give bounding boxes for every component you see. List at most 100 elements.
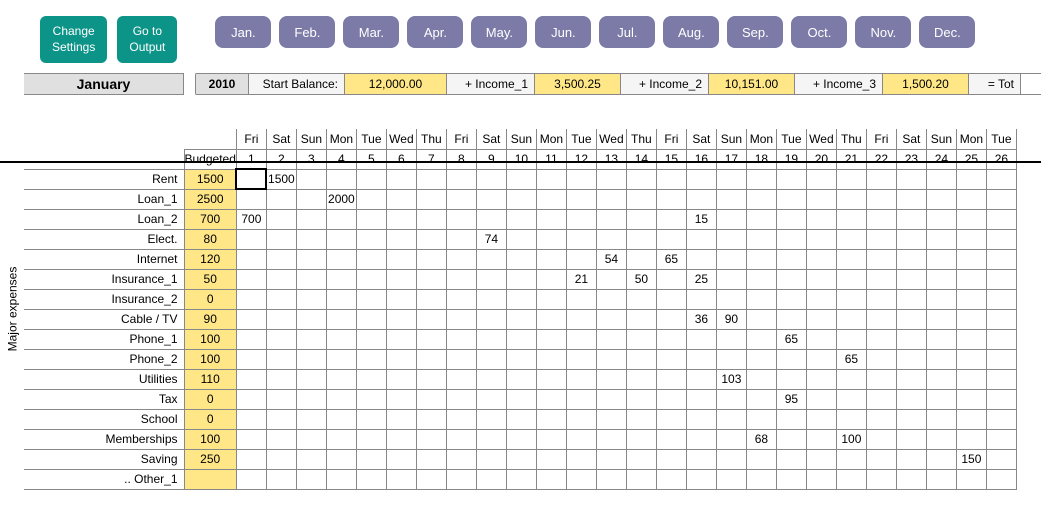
expense-cell[interactable] (926, 209, 956, 229)
month-button-feb[interactable]: Feb. (279, 16, 335, 48)
income3-value[interactable]: 1,500.20 (883, 74, 969, 94)
expense-cell[interactable] (716, 209, 746, 229)
expense-cell[interactable] (296, 409, 326, 429)
expense-cell[interactable] (326, 229, 356, 249)
expense-cell[interactable] (236, 309, 266, 329)
expense-cell[interactable] (836, 469, 866, 489)
expense-cell[interactable] (686, 369, 716, 389)
expense-cell[interactable] (446, 309, 476, 329)
expense-cell[interactable] (266, 369, 296, 389)
expense-cell[interactable] (446, 209, 476, 229)
expense-cell[interactable] (506, 469, 536, 489)
expense-cell[interactable] (986, 329, 1016, 349)
expense-cell[interactable] (296, 209, 326, 229)
expense-cell[interactable] (236, 409, 266, 429)
expense-cell[interactable] (806, 229, 836, 249)
expense-cell[interactable] (446, 469, 476, 489)
budget-cell[interactable] (184, 469, 236, 489)
expense-cell[interactable] (656, 409, 686, 429)
expense-cell[interactable] (746, 369, 776, 389)
budget-cell[interactable]: 0 (184, 409, 236, 429)
expense-cell[interactable] (506, 209, 536, 229)
expense-cell[interactable] (416, 269, 446, 289)
expense-cell[interactable] (506, 269, 536, 289)
expense-cell[interactable] (836, 309, 866, 329)
expense-cell[interactable] (896, 209, 926, 229)
expense-cell[interactable] (566, 349, 596, 369)
expense-cell[interactable] (566, 369, 596, 389)
budget-cell[interactable]: 0 (184, 389, 236, 409)
expense-cell[interactable]: 54 (596, 249, 626, 269)
expense-cell[interactable] (746, 389, 776, 409)
expense-cell[interactable] (866, 329, 896, 349)
expense-cell[interactable] (356, 249, 386, 269)
expense-cell[interactable] (356, 349, 386, 369)
expense-cell[interactable] (536, 269, 566, 289)
expense-cell[interactable] (866, 309, 896, 329)
expense-cell[interactable] (626, 209, 656, 229)
expense-cell[interactable]: 1500 (266, 169, 296, 189)
expense-cell[interactable] (506, 189, 536, 209)
expense-cell[interactable] (416, 249, 446, 269)
expense-cell[interactable]: 68 (746, 429, 776, 449)
expense-cell[interactable] (926, 389, 956, 409)
expense-cell[interactable] (866, 249, 896, 269)
expense-cell[interactable] (326, 349, 356, 369)
expense-cell[interactable] (986, 209, 1016, 229)
expense-cell[interactable] (446, 169, 476, 189)
expense-cell[interactable] (746, 249, 776, 269)
expense-cell[interactable] (236, 189, 266, 209)
expense-cell[interactable] (836, 269, 866, 289)
expense-cell[interactable] (446, 429, 476, 449)
expense-cell[interactable] (416, 369, 446, 389)
budget-cell[interactable]: 2500 (184, 189, 236, 209)
expense-cell[interactable] (746, 449, 776, 469)
expense-cell[interactable] (626, 329, 656, 349)
expense-cell[interactable] (866, 469, 896, 489)
expense-cell[interactable] (356, 429, 386, 449)
expense-cell[interactable] (746, 229, 776, 249)
expense-cell[interactable] (866, 449, 896, 469)
expense-cell[interactable] (416, 309, 446, 329)
expense-cell[interactable] (776, 309, 806, 329)
budget-cell[interactable]: 100 (184, 329, 236, 349)
expense-cell[interactable] (596, 269, 626, 289)
expense-cell[interactable] (446, 369, 476, 389)
expense-cell[interactable] (596, 189, 626, 209)
expense-cell[interactable] (296, 429, 326, 449)
expense-cell[interactable] (626, 229, 656, 249)
expense-cell[interactable] (896, 189, 926, 209)
expense-cell[interactable] (806, 309, 836, 329)
expense-cell[interactable] (266, 329, 296, 349)
expense-cell[interactable] (236, 449, 266, 469)
expense-cell[interactable] (536, 249, 566, 269)
expense-cell[interactable] (506, 169, 536, 189)
expense-cell[interactable] (476, 369, 506, 389)
expense-cell[interactable] (836, 389, 866, 409)
expense-cell[interactable] (536, 349, 566, 369)
expense-cell[interactable] (926, 309, 956, 329)
expense-cell[interactable] (356, 289, 386, 309)
expense-cell[interactable]: 100 (836, 429, 866, 449)
expense-cell[interactable] (926, 469, 956, 489)
expense-cell[interactable] (266, 309, 296, 329)
expense-cell[interactable] (866, 289, 896, 309)
budget-cell[interactable]: 0 (184, 289, 236, 309)
expense-cell[interactable] (386, 369, 416, 389)
budget-cell[interactable]: 1500 (184, 169, 236, 189)
expense-cell[interactable] (656, 189, 686, 209)
expense-cell[interactable] (926, 349, 956, 369)
expense-cell[interactable] (806, 409, 836, 429)
expense-cell[interactable] (596, 289, 626, 309)
budget-cell[interactable]: 110 (184, 369, 236, 389)
expense-cell[interactable] (356, 389, 386, 409)
expense-cell[interactable] (326, 309, 356, 329)
expense-cell[interactable] (236, 429, 266, 449)
expense-cell[interactable] (986, 229, 1016, 249)
expense-cell[interactable] (626, 409, 656, 429)
expense-cell[interactable] (806, 269, 836, 289)
expense-cell[interactable] (476, 449, 506, 469)
expense-cell[interactable] (296, 309, 326, 329)
expense-cell[interactable] (986, 309, 1016, 329)
expense-cell[interactable] (356, 449, 386, 469)
